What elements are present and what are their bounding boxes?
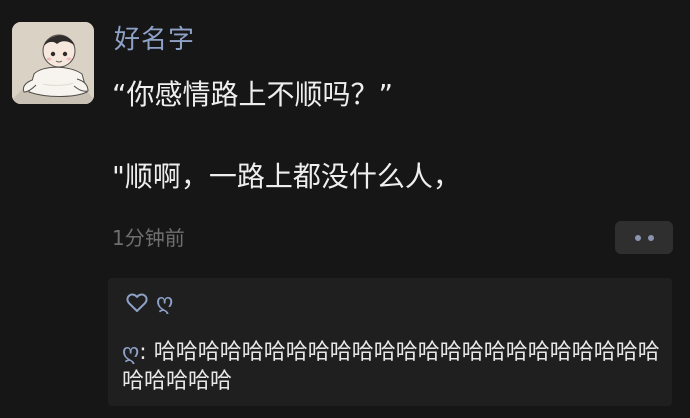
heart-outline-icon (126, 293, 148, 313)
liker-name-link[interactable]: ღ (156, 290, 173, 316)
avatar[interactable] (12, 22, 94, 104)
comment-separator: : (139, 340, 154, 365)
cartoon-baby-avatar-icon (12, 22, 94, 104)
post-author-name[interactable]: 好名字 (114, 24, 195, 56)
comment-text: 哈哈哈哈哈哈哈哈哈哈哈哈哈哈哈哈哈哈哈哈哈哈哈哈哈哈哈哈 (122, 340, 660, 394)
comment-author-link[interactable]: ღ (122, 340, 139, 365)
post-timestamp: 1分钟前 (112, 226, 185, 250)
likes-row: ღ (126, 290, 173, 316)
post-text-line-1: “你感情路上不顺吗？” (112, 78, 394, 111)
two-dots-icon (647, 234, 654, 241)
comment-item: ღ: 哈哈哈哈哈哈哈哈哈哈哈哈哈哈哈哈哈哈哈哈哈哈哈哈哈哈哈哈 (122, 338, 662, 396)
two-dots-icon (634, 234, 641, 241)
post-text-line-2: "顺啊，一路上都没什么人， (112, 160, 461, 193)
more-actions-button[interactable] (615, 221, 673, 254)
